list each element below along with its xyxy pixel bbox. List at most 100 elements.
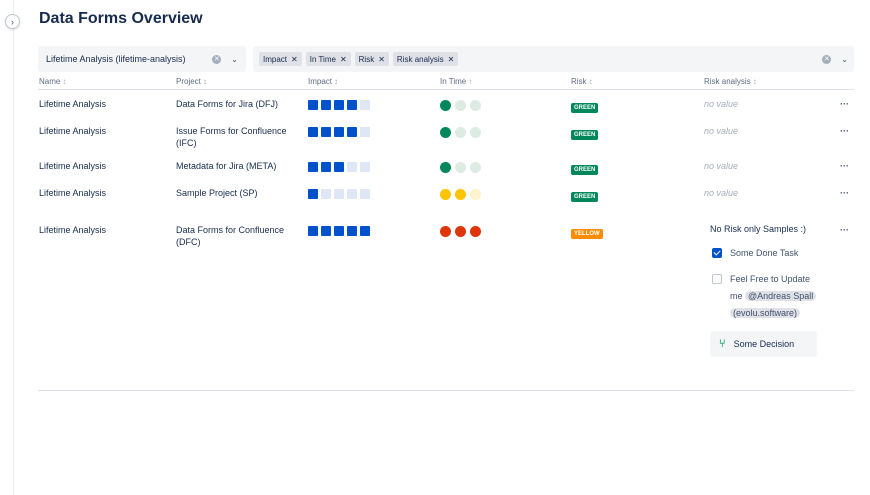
impact-rating[interactable]: [308, 189, 373, 199]
task-text: me: [730, 291, 743, 301]
cell-project: Issue Forms for Confluence (IFC): [176, 126, 287, 148]
in-time-dot-empty[interactable]: [455, 162, 466, 173]
impact-square-filled[interactable]: [347, 100, 357, 110]
decision-icon: ⑂: [719, 338, 726, 350]
impact-square-filled[interactable]: [334, 226, 344, 236]
form-select[interactable]: Lifetime Analysis (lifetime-analysis) ✕ …: [38, 46, 246, 72]
chip-impact: Impact ✕: [259, 52, 302, 66]
in-time-dot-filled[interactable]: [440, 162, 451, 173]
data-table: Name ↕ Project ↕ Impact ↕ In Time ↑ Risk ↕ Ri…: [38, 76, 854, 357]
impact-square-filled[interactable]: [347, 226, 357, 236]
form-select-value: Lifetime Analysis (lifetime-analysis): [46, 54, 186, 64]
in-time-rating[interactable]: [440, 226, 485, 237]
user-mention[interactable]: (evolu.software): [730, 308, 801, 318]
in-time-dot-empty[interactable]: [470, 127, 481, 138]
more-actions-icon[interactable]: ···: [840, 125, 849, 137]
in-time-dot-empty[interactable]: [470, 162, 481, 173]
impact-rating[interactable]: [308, 127, 373, 137]
cell-name: Lifetime Analysis: [39, 188, 107, 198]
impact-square-filled[interactable]: [308, 127, 318, 137]
impact-square-filled[interactable]: [321, 127, 331, 137]
column-header-risk[interactable]: Risk ↕: [571, 77, 593, 86]
clear-icon[interactable]: ✕: [212, 54, 222, 64]
in-time-rating[interactable]: [440, 189, 485, 200]
in-time-dot-filled[interactable]: [440, 226, 451, 237]
task-checkbox-unchecked[interactable]: [712, 274, 722, 284]
in-time-dot-empty[interactable]: [455, 127, 466, 138]
impact-square-empty[interactable]: [347, 162, 357, 172]
chip-label: In Time: [309, 54, 336, 64]
impact-rating[interactable]: [308, 226, 373, 236]
cell-project: Data Forms for Confluence (DFC): [176, 225, 285, 247]
column-header-project[interactable]: Project ↕: [176, 77, 207, 86]
chip-risk-analysis: Risk analysis ✕: [392, 52, 459, 66]
impact-square-filled[interactable]: [308, 100, 318, 110]
impact-square-empty[interactable]: [360, 162, 370, 172]
sort-icon: ↕: [334, 77, 339, 86]
column-header-impact[interactable]: Impact ↕: [308, 77, 338, 86]
task-item: Some Done Task: [712, 245, 798, 262]
in-time-rating[interactable]: [440, 127, 485, 138]
impact-square-filled[interactable]: [308, 189, 318, 199]
impact-rating[interactable]: [308, 100, 373, 110]
impact-square-empty[interactable]: [321, 189, 331, 199]
impact-square-empty[interactable]: [360, 100, 370, 110]
impact-square-filled[interactable]: [334, 100, 344, 110]
more-actions-icon[interactable]: ···: [840, 187, 849, 199]
remove-chip-icon[interactable]: ✕: [340, 55, 347, 64]
impact-square-filled[interactable]: [347, 127, 357, 137]
in-time-dot-empty[interactable]: [455, 100, 466, 111]
more-actions-icon[interactable]: ···: [840, 160, 849, 172]
chevron-down-icon[interactable]: ⌄: [841, 55, 848, 64]
impact-square-filled[interactable]: [334, 127, 344, 137]
in-time-dot-filled[interactable]: [455, 189, 466, 200]
impact-square-empty[interactable]: [347, 189, 357, 199]
cell-risk-analysis: no value: [704, 161, 739, 171]
field-multiselect[interactable]: Impact ✕ In Time ✕ Risk ✕ Risk analysis ✕ ✕ …: [253, 46, 854, 72]
cell-project: Metadata for Jira (META): [176, 161, 277, 171]
page-title: Data Forms Overview: [39, 10, 203, 27]
impact-square-filled[interactable]: [334, 162, 344, 172]
cell-risk-analysis: no value: [704, 188, 739, 198]
chevron-right-icon[interactable]: ›: [5, 14, 20, 29]
user-mention[interactable]: @Andreas Spall: [745, 291, 817, 301]
cell-risk-analysis: no value: [704, 99, 739, 109]
sort-icon: ↑: [468, 77, 473, 86]
impact-square-filled[interactable]: [308, 162, 318, 172]
column-header-in-time[interactable]: In Time ↑: [440, 77, 472, 86]
risk-lozenge: GREEN: [571, 192, 599, 202]
more-actions-icon[interactable]: ···: [840, 224, 849, 236]
remove-chip-icon[interactable]: ✕: [448, 55, 455, 64]
in-time-dot-filled[interactable]: [440, 189, 451, 200]
sort-icon: ↕: [588, 77, 593, 86]
clear-all-icon[interactable]: ✕: [822, 54, 832, 64]
more-actions-icon[interactable]: ···: [840, 98, 849, 110]
in-time-dot-filled[interactable]: [440, 100, 451, 111]
section-divider: [38, 390, 854, 391]
cell-name: Lifetime Analysis: [39, 126, 107, 136]
in-time-rating[interactable]: [440, 162, 485, 173]
impact-square-filled[interactable]: [308, 226, 318, 236]
impact-square-filled[interactable]: [360, 226, 370, 236]
in-time-dot-filled[interactable]: [455, 226, 466, 237]
remove-chip-icon[interactable]: ✕: [291, 55, 298, 64]
cell-project: Sample Project (SP): [176, 188, 258, 198]
task-checkbox-checked[interactable]: [712, 248, 722, 258]
impact-square-empty[interactable]: [334, 189, 344, 199]
column-header-name[interactable]: Name ↕: [39, 77, 66, 86]
impact-square-filled[interactable]: [321, 162, 331, 172]
cell-risk-analysis: no value: [704, 126, 739, 136]
impact-square-empty[interactable]: [360, 127, 370, 137]
in-time-rating[interactable]: [440, 100, 485, 111]
chevron-down-icon[interactable]: ⌄: [231, 55, 238, 64]
in-time-dot-filled[interactable]: [470, 226, 481, 237]
impact-square-filled[interactable]: [321, 226, 331, 236]
impact-rating[interactable]: [308, 162, 373, 172]
remove-chip-icon[interactable]: ✕: [378, 55, 385, 64]
in-time-dot-empty[interactable]: [470, 189, 481, 200]
impact-square-filled[interactable]: [321, 100, 331, 110]
in-time-dot-empty[interactable]: [470, 100, 481, 111]
column-header-risk-analysis[interactable]: Risk analysis ↕: [704, 77, 757, 86]
in-time-dot-filled[interactable]: [440, 127, 451, 138]
impact-square-empty[interactable]: [360, 189, 370, 199]
